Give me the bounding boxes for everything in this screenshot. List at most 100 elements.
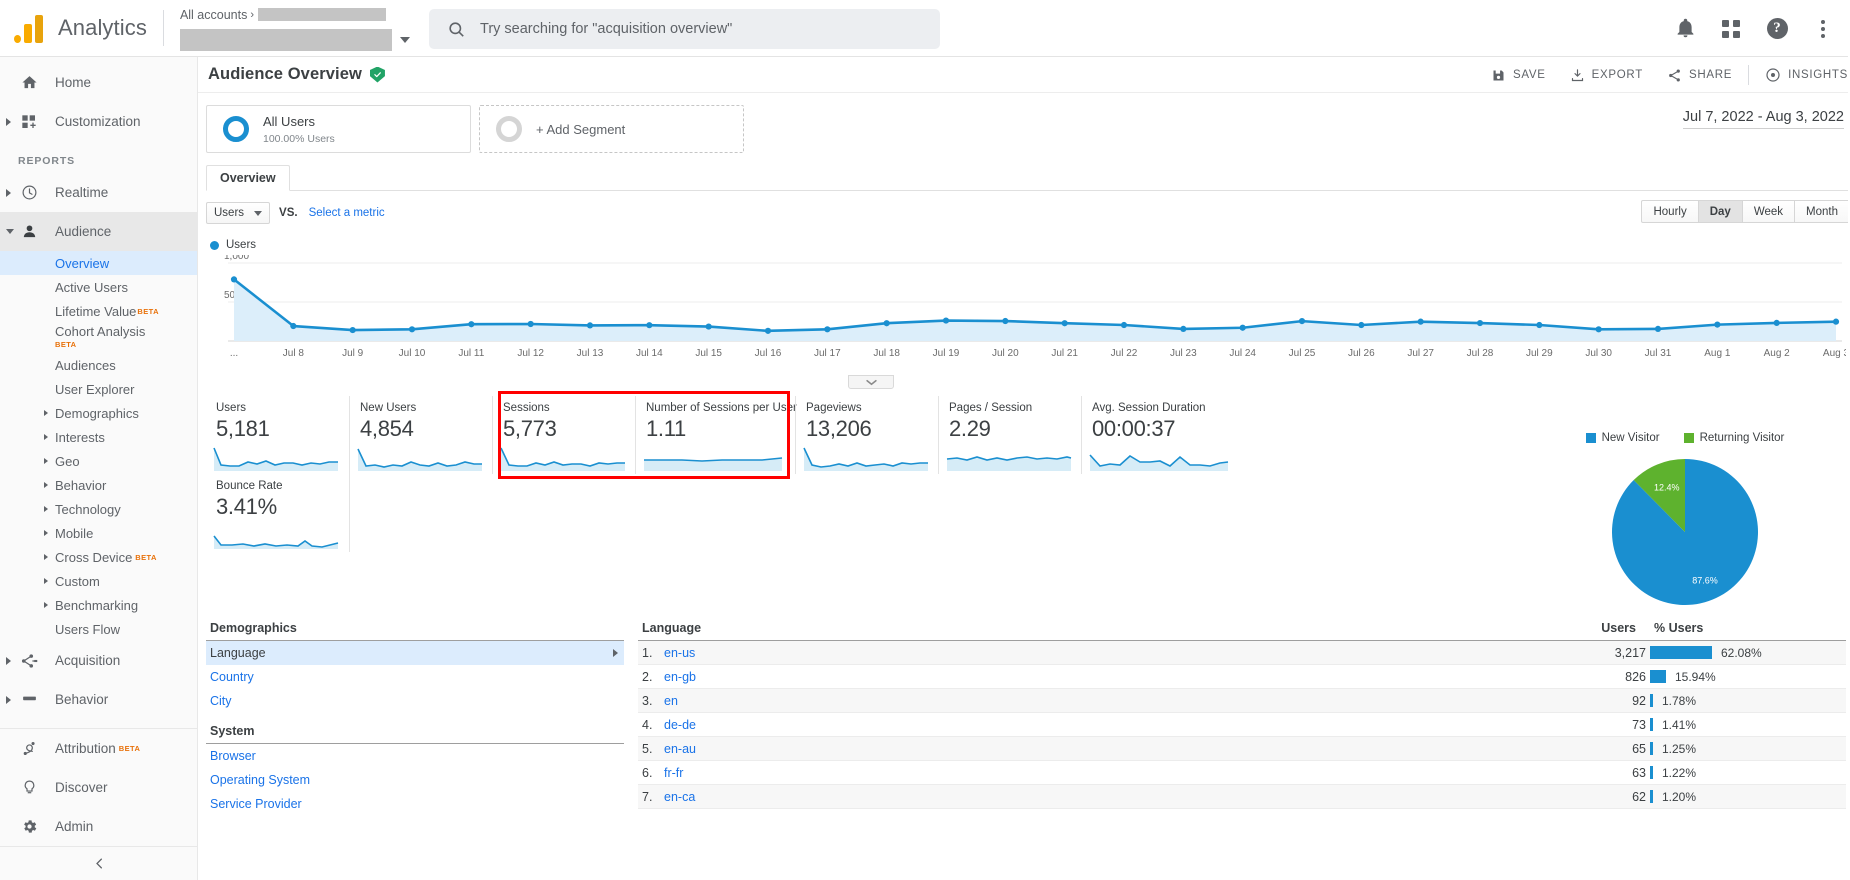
expand-arrow-icon[interactable] <box>44 530 48 536</box>
sidebar-item-behavior-sub[interactable]: Behavior <box>0 473 197 497</box>
column-header-users[interactable]: Users <box>1110 618 1646 641</box>
language-link[interactable]: en-ca <box>664 790 695 804</box>
date-range-selector[interactable]: Jul 7, 2022 - Aug 3, 2022 <box>1682 109 1844 129</box>
more-vert-icon[interactable] <box>1804 10 1842 48</box>
save-button[interactable]: SAVE <box>1479 57 1558 93</box>
account-caret-icon[interactable] <box>399 36 410 43</box>
select-a-metric-link[interactable]: Select a metric <box>309 207 385 219</box>
expand-arrow-icon[interactable] <box>44 554 48 560</box>
metric-card-pageviews[interactable]: Pageviews 13,206 <box>795 396 938 474</box>
sidebar-item-active-users[interactable]: Active Users <box>0 275 197 299</box>
collapse-arrow-icon[interactable] <box>6 229 14 234</box>
language-link[interactable]: en <box>664 694 678 708</box>
sidebar-item-demographics[interactable]: Demographics <box>0 401 197 425</box>
sidebar-item-overview[interactable]: Overview <box>0 251 197 275</box>
sidebar-collapse-button[interactable] <box>0 846 197 880</box>
expand-arrow-icon[interactable] <box>44 602 48 608</box>
sidebar-item-realtime[interactable]: Realtime <box>0 173 197 212</box>
sidebar-item-admin[interactable]: Admin <box>0 807 197 846</box>
table-row[interactable]: 5. en-au 65 1.25% <box>638 736 1846 761</box>
segment-all-users[interactable]: All Users 100.00% Users <box>206 105 471 153</box>
apps-grid-icon[interactable] <box>1712 10 1750 48</box>
granularity-week[interactable]: Week <box>1742 200 1796 223</box>
pie-legend-new-visitor[interactable]: New Visitor <box>1585 432 1660 444</box>
language-link[interactable]: fr-fr <box>664 766 683 780</box>
table-row[interactable]: 3. en 92 1.78% <box>638 688 1846 713</box>
sidebar-item-mobile[interactable]: Mobile <box>0 521 197 545</box>
users-line-chart[interactable]: Users 500 1,000... Jul 8 Jul 9 Jul 10 Jul 11 J… <box>206 239 1850 389</box>
demo-item-country[interactable]: Country <box>206 665 624 689</box>
demo-item-language[interactable]: Language <box>206 641 624 665</box>
insights-button[interactable]: INSIGHTS <box>1753 57 1850 93</box>
search-input[interactable] <box>480 21 940 37</box>
metric-card-pages-per-session[interactable]: Pages / Session 2.29 <box>938 396 1081 474</box>
chart-scroll-handle[interactable] <box>848 375 894 389</box>
sidebar-item-acquisition[interactable]: Acquisition <box>0 641 197 680</box>
expand-arrow-icon[interactable] <box>6 117 11 126</box>
granularity-month[interactable]: Month <box>1795 200 1850 223</box>
export-button[interactable]: EXPORT <box>1558 57 1655 93</box>
expand-arrow-icon[interactable] <box>44 458 48 464</box>
table-row[interactable]: 2. en-gb 826 15.94% <box>638 664 1846 689</box>
language-link[interactable]: en-au <box>664 742 696 756</box>
sidebar-item-audiences[interactable]: Audiences <box>0 353 197 377</box>
pie-legend-returning-visitor[interactable]: Returning Visitor <box>1683 432 1784 444</box>
sidebar-item-cross-device[interactable]: Cross Device BETA <box>0 545 197 569</box>
metric-card-users[interactable]: Users 5,181 <box>206 396 349 474</box>
tab-overview[interactable]: Overview <box>206 165 290 191</box>
sidebar-item-technology[interactable]: Technology <box>0 497 197 521</box>
column-header-language[interactable]: Language <box>638 618 1111 641</box>
sidebar-item-audience[interactable]: Audience <box>0 212 197 251</box>
sidebar-item-geo[interactable]: Geo <box>0 449 197 473</box>
sidebar-item-user-explorer[interactable]: User Explorer <box>0 377 197 401</box>
table-row[interactable]: 6. fr-fr 63 1.22% <box>638 760 1846 785</box>
sidebar-item-behavior[interactable]: Behavior <box>0 680 197 719</box>
metric-card-bounce-rate[interactable]: Bounce Rate 3.41% <box>206 474 349 552</box>
sidebar-item-lifetime-value[interactable]: Lifetime Value BETA <box>0 299 197 323</box>
add-segment-button[interactable]: + Add Segment <box>479 105 744 153</box>
bell-icon[interactable] <box>1666 10 1704 48</box>
table-row[interactable]: 1. en-us 3,217 62.08% <box>638 640 1846 665</box>
table-row[interactable]: 4. de-de 73 1.41% <box>638 712 1846 737</box>
all-accounts-label[interactable]: All accounts <box>180 8 247 22</box>
help-icon[interactable]: ? <box>1758 10 1796 48</box>
expand-arrow-icon[interactable] <box>44 482 48 488</box>
sidebar-item-discover[interactable]: Discover <box>0 768 197 807</box>
expand-arrow-icon[interactable] <box>44 410 48 416</box>
expand-arrow-icon[interactable] <box>44 506 48 512</box>
demo-item-service-provider[interactable]: Service Provider <box>206 792 624 816</box>
sidebar-item-users-flow[interactable]: Users Flow <box>0 617 197 641</box>
language-link[interactable]: en-gb <box>664 670 696 684</box>
expand-arrow-icon[interactable] <box>44 434 48 440</box>
demo-item-city[interactable]: City <box>206 689 624 713</box>
sidebar-item-benchmarking[interactable]: Benchmarking <box>0 593 197 617</box>
expand-arrow-icon[interactable] <box>44 578 48 584</box>
account-selector[interactable]: All accounts › <box>179 6 450 51</box>
language-link[interactable]: en-us <box>664 646 695 660</box>
sidebar-item-home[interactable]: Home <box>0 63 197 102</box>
table-row[interactable]: 7. en-ca 62 1.20% <box>638 784 1846 809</box>
demo-item-operating-system[interactable]: Operating System <box>206 768 624 792</box>
language-link[interactable]: de-de <box>664 718 696 732</box>
share-button[interactable]: SHARE <box>1655 57 1744 93</box>
metric-card-sessions-per-user[interactable]: Number of Sessions per User 1.11 <box>635 396 797 474</box>
search-bar[interactable] <box>429 9 940 49</box>
granularity-day[interactable]: Day <box>1698 200 1743 223</box>
demo-item-browser[interactable]: Browser <box>206 744 624 768</box>
granularity-month-label: Month <box>1806 205 1838 218</box>
metric-card-new-users[interactable]: New Users 4,854 <box>349 396 492 474</box>
sidebar-item-custom[interactable]: Custom <box>0 569 197 593</box>
sidebar-item-interests[interactable]: Interests <box>0 425 197 449</box>
sidebar-item-customization[interactable]: Customization <box>0 102 197 141</box>
expand-arrow-icon[interactable] <box>6 188 11 197</box>
expand-arrow-icon[interactable] <box>6 656 11 665</box>
sidebar-item-cohort-analysis[interactable]: Cohort Analysis BETA <box>0 323 197 353</box>
sidebar-item-attribution[interactable]: Attribution BETA <box>0 729 197 768</box>
pie-svg[interactable]: 87.6% 12.4% <box>1540 454 1830 614</box>
column-header-pct-users[interactable]: % Users <box>1646 618 1846 641</box>
metric-card-sessions[interactable]: Sessions 5,773 <box>492 396 635 474</box>
granularity-hourly[interactable]: Hourly <box>1641 200 1699 223</box>
metric-select-dropdown[interactable]: Users <box>206 202 271 224</box>
expand-arrow-icon[interactable] <box>6 695 11 704</box>
metric-card-avg-session-duration[interactable]: Avg. Session Duration 00:00:37 <box>1081 396 1241 474</box>
